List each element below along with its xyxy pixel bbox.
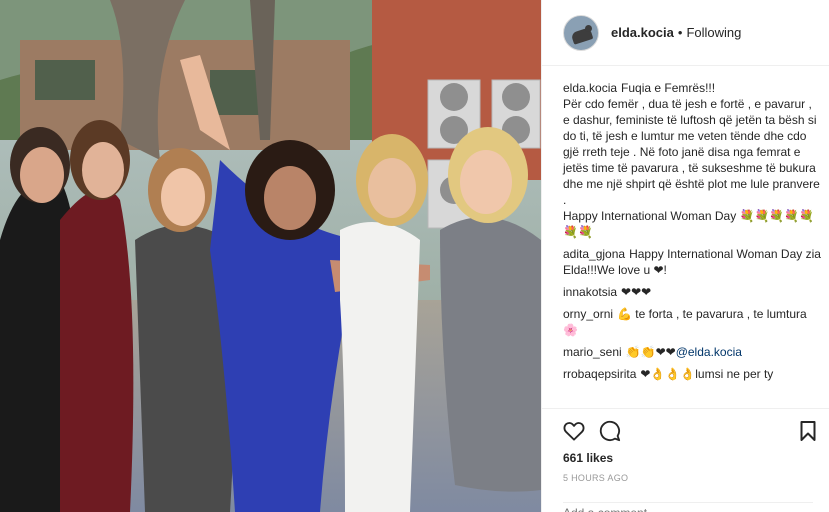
group-photo-illustration	[0, 0, 541, 512]
comment-item: rrobaqepsirita ❤👌👌👌lumsi ne per ty	[563, 366, 821, 382]
comment-item: orny_orni 💪 te forta , te pavarura , te l…	[563, 306, 821, 338]
comment-username[interactable]: orny_orni	[563, 307, 613, 321]
post-header: elda.kocia • Following	[542, 0, 829, 66]
comment-username[interactable]: rrobaqepsirita	[563, 367, 636, 381]
comment-item: adita_gjona Happy International Woman Day…	[563, 246, 821, 278]
comment-text: ❤👌👌👌lumsi ne per ty	[640, 367, 774, 381]
comment-username[interactable]: adita_gjona	[563, 247, 625, 261]
likes-count[interactable]: 661 likes	[563, 451, 613, 465]
post-photo[interactable]	[0, 0, 541, 512]
caption-text: Fuqia e Femrës!!! Për cdo femër , dua të…	[563, 81, 820, 239]
add-comment-input[interactable]	[563, 502, 813, 512]
comment-mention[interactable]: @elda.kocia	[676, 345, 742, 359]
comment-text: 👏👏❤❤	[625, 345, 676, 359]
bookmark-icon[interactable]	[796, 419, 820, 443]
header-username[interactable]: elda.kocia	[611, 25, 674, 40]
comment-text: ❤❤❤	[621, 285, 652, 299]
comment-username[interactable]: mario_seni	[563, 345, 622, 359]
post-side-panel: elda.kocia • Following elda.kocia Fuqia e…	[541, 0, 829, 512]
comment-username[interactable]: innakotsia	[563, 285, 617, 299]
post-caption: elda.kocia Fuqia e Femrës!!! Për cdo femë…	[563, 80, 821, 240]
follow-button[interactable]: Following	[686, 25, 741, 40]
post-actions: 661 likes 5 HOURS AGO	[542, 408, 829, 512]
caption-username[interactable]: elda.kocia	[563, 81, 617, 95]
action-icons	[562, 419, 820, 443]
comment-item: innakotsia ❤❤❤	[563, 284, 821, 300]
post-timestamp: 5 HOURS AGO	[563, 473, 629, 483]
speech-bubble-icon[interactable]	[598, 419, 622, 443]
comments-list[interactable]: elda.kocia Fuqia e Femrës!!! Për cdo femë…	[563, 80, 821, 400]
heart-icon[interactable]	[562, 419, 586, 443]
avatar[interactable]	[563, 14, 599, 51]
header-separator: •	[677, 25, 683, 40]
comment-item: mario_seni 👏👏❤❤@elda.kocia	[563, 344, 821, 360]
